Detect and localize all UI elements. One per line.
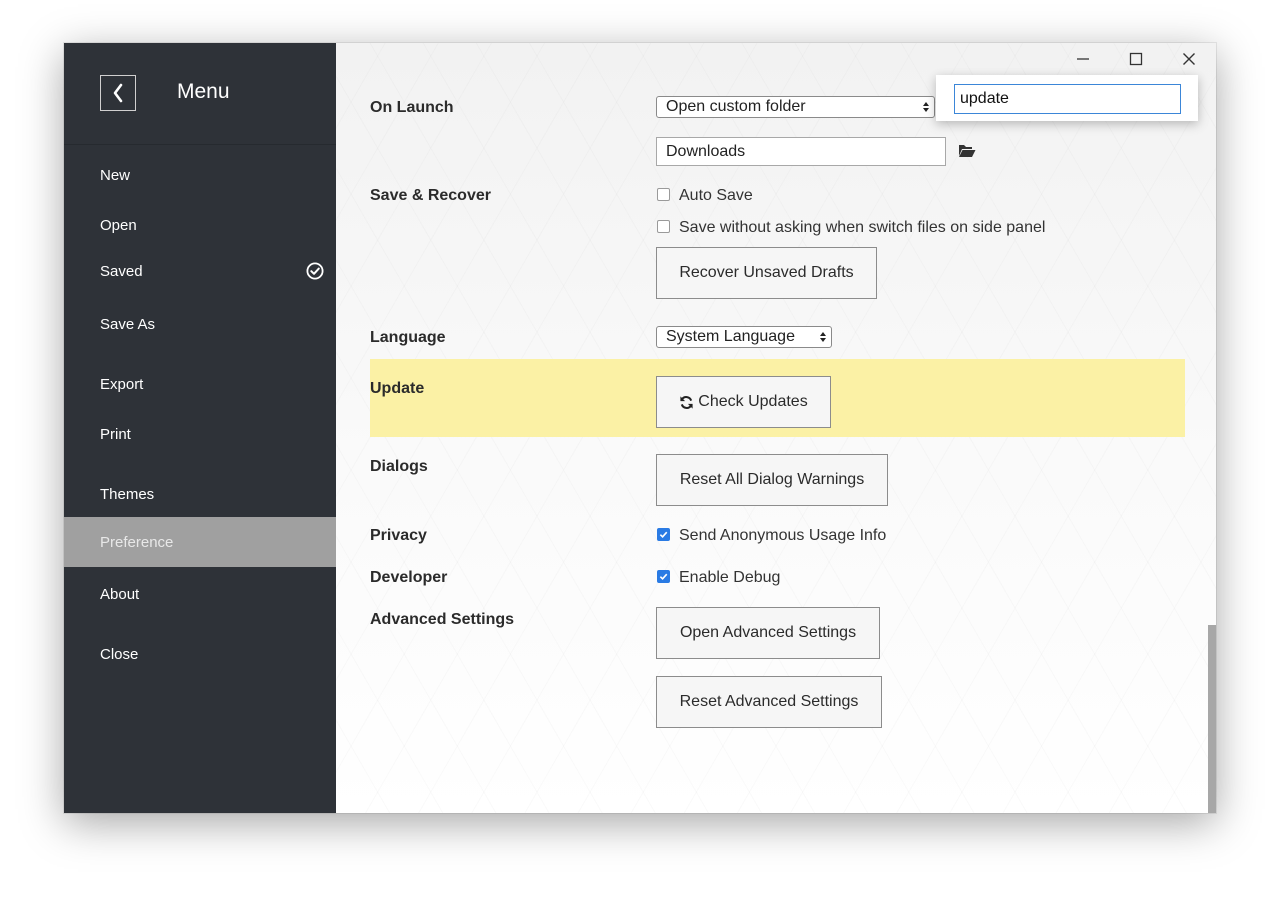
on-launch-select[interactable]: Open custom folder (656, 96, 935, 118)
minimize-button[interactable] (1068, 47, 1098, 71)
close-icon (1183, 53, 1195, 65)
chevron-left-icon (113, 83, 123, 103)
app-window: Menu New Open Saved Save As Export Print… (64, 43, 1216, 813)
sidebar-item-label: Saved (100, 262, 143, 280)
sidebar-item-label: New (100, 166, 131, 184)
check-updates-button[interactable]: Check Updates (656, 376, 831, 428)
advanced-settings-label: Advanced Settings (370, 611, 515, 628)
sidebar-item-label: Export (100, 375, 144, 393)
check-updates-label: Check Updates (698, 393, 808, 410)
sidebar-item-open[interactable]: Open (64, 200, 336, 250)
language-select[interactable]: System Language (656, 326, 832, 348)
checkmark-icon (659, 573, 668, 581)
sidebar-item-about[interactable]: About (64, 569, 336, 619)
reset-advanced-settings-button[interactable]: Reset Advanced Settings (656, 676, 882, 728)
checkmark-icon (659, 531, 668, 539)
sidebar-item-label: Close (100, 645, 139, 663)
sidebar-item-close[interactable]: Close (64, 629, 336, 679)
save-recover-label: Save & Recover (370, 187, 491, 204)
sidebar-item-themes[interactable]: Themes (64, 469, 336, 519)
back-button[interactable] (100, 75, 136, 111)
maximize-icon (1129, 52, 1143, 66)
select-arrows-icon (923, 102, 929, 112)
sidebar-item-print[interactable]: Print (64, 409, 336, 459)
sidebar-item-label: About (100, 585, 140, 603)
enable-debug-checkbox[interactable] (657, 570, 670, 583)
sidebar-item-save-as[interactable]: Save As (64, 299, 336, 349)
select-value: Open custom folder (666, 98, 806, 115)
developer-label: Developer (370, 569, 448, 586)
sidebar-item-label: Open (100, 216, 137, 234)
sidebar-item-label: Preference (100, 533, 174, 551)
custom-folder-input[interactable] (656, 137, 946, 166)
sidebar-item-preference[interactable]: Preference (64, 517, 336, 567)
on-launch-label: On Launch (370, 99, 454, 116)
anonymous-usage-checkbox[interactable] (657, 528, 670, 541)
menu-title: Menu (177, 80, 230, 103)
reset-dialog-warnings-button[interactable]: Reset All Dialog Warnings (656, 454, 888, 506)
folder-open-icon[interactable] (958, 143, 976, 158)
search-input[interactable] (954, 84, 1181, 114)
preferences-panel: On Launch Open custom folder Save & Reco… (336, 43, 1216, 813)
sidebar: Menu New Open Saved Save As Export Print… (64, 43, 336, 813)
update-label: Update (370, 380, 425, 397)
maximize-button[interactable] (1121, 47, 1151, 71)
sidebar-item-label: Themes (100, 485, 155, 503)
sidebar-item-saved[interactable]: Saved (64, 246, 336, 296)
sidebar-item-label: Save As (100, 315, 156, 333)
save-without-asking-checkbox[interactable] (657, 220, 670, 233)
sidebar-item-new[interactable]: New (64, 150, 336, 200)
save-without-asking-label: Save without asking when switch files on… (679, 219, 1046, 236)
refresh-icon (680, 395, 693, 409)
select-value: System Language (666, 328, 795, 345)
dialogs-label: Dialogs (370, 458, 428, 475)
sidebar-header: Menu (64, 43, 336, 145)
enable-debug-label: Enable Debug (679, 569, 781, 586)
check-circle-icon (306, 262, 324, 280)
open-advanced-settings-button[interactable]: Open Advanced Settings (656, 607, 880, 659)
auto-save-label: Auto Save (679, 187, 753, 204)
sidebar-item-label: Print (100, 425, 131, 443)
select-arrows-icon (820, 332, 826, 342)
scrollbar[interactable] (1208, 625, 1216, 813)
minimize-icon (1077, 58, 1089, 60)
close-window-button[interactable] (1174, 47, 1204, 71)
search-popup (936, 75, 1198, 121)
sidebar-item-export[interactable]: Export (64, 359, 336, 409)
privacy-label: Privacy (370, 527, 427, 544)
recover-unsaved-drafts-button[interactable]: Recover Unsaved Drafts (656, 247, 877, 299)
anonymous-usage-label: Send Anonymous Usage Info (679, 527, 887, 544)
auto-save-checkbox[interactable] (657, 188, 670, 201)
language-label: Language (370, 329, 446, 346)
